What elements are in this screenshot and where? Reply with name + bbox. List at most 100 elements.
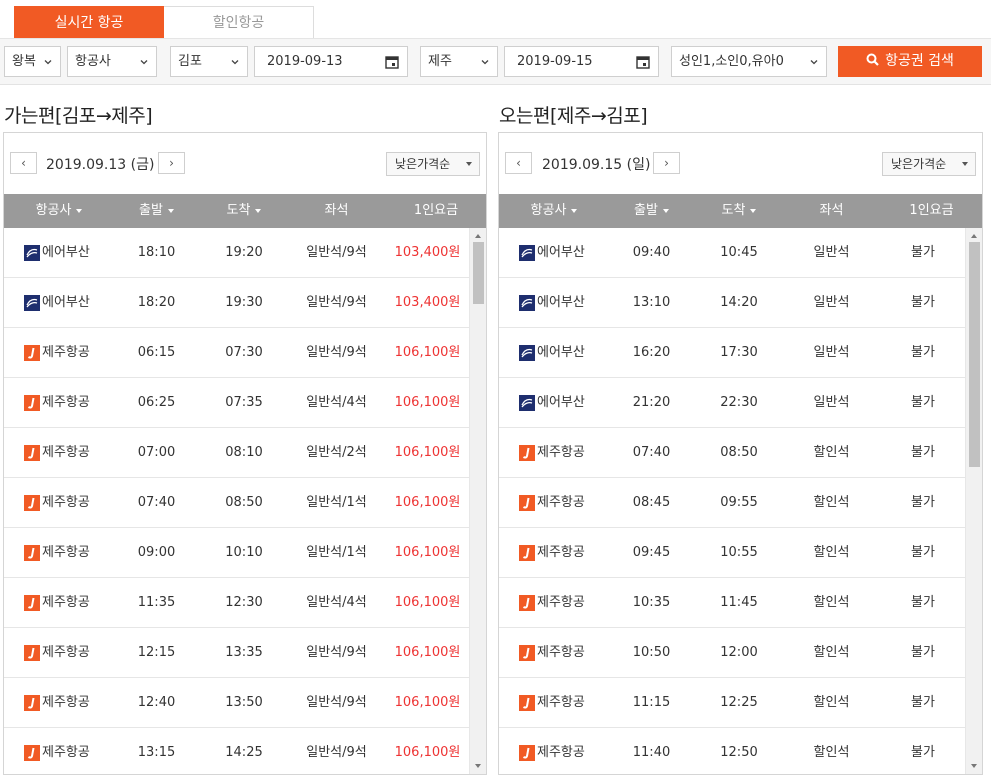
departure-time: 16:20 bbox=[632, 345, 671, 360]
seat-info: 할인석 bbox=[813, 445, 850, 460]
flight-row[interactable]: 제주항공 11:15 12:25 할인석 불가 bbox=[499, 678, 965, 728]
arrival-time: 08:50 bbox=[225, 495, 263, 510]
depart-date-input[interactable]: 2019-09-13 bbox=[254, 46, 408, 77]
fare-price[interactable]: 106,100원 bbox=[384, 578, 469, 628]
flight-row[interactable]: 에어부산 18:20 19:30 일반석/9석 103,400원 bbox=[4, 278, 469, 328]
fare-price[interactable]: 106,100원 bbox=[384, 328, 469, 378]
inbound-prev-day-button[interactable]: ‹ bbox=[505, 152, 532, 174]
outbound-table-header: 항공사 출발 도착 좌석 1인요금 bbox=[4, 194, 486, 228]
inbound-scrollbar[interactable] bbox=[965, 228, 982, 774]
header-arrival[interactable]: 도착 bbox=[694, 194, 784, 228]
outbound-date: 2019.09.13 (금) bbox=[46, 157, 155, 173]
arrival-time: 19:20 bbox=[225, 245, 263, 260]
flight-row[interactable]: 제주항공 07:40 08:50 일반석/1석 106,100원 bbox=[4, 478, 469, 528]
arrival-time: 14:20 bbox=[720, 295, 758, 310]
inbound-next-day-button[interactable]: › bbox=[653, 152, 680, 174]
scroll-down-icon[interactable] bbox=[971, 764, 977, 768]
trip-type-select[interactable]: 왕복 bbox=[4, 46, 61, 77]
tab-discount-flights[interactable]: 할인항공 bbox=[164, 6, 314, 39]
flight-row[interactable]: 제주항공 11:40 12:50 할인석 불가 bbox=[499, 728, 965, 774]
flight-row[interactable]: 제주항공 13:15 14:25 일반석/9석 106,100원 bbox=[4, 728, 469, 774]
caret-down-icon bbox=[962, 162, 968, 166]
header-arrival-label: 도착 bbox=[721, 203, 746, 218]
header-airline[interactable]: 항공사 bbox=[499, 194, 609, 228]
scroll-up-icon[interactable] bbox=[475, 234, 481, 238]
departure-time: 13:10 bbox=[632, 295, 671, 310]
origin-select[interactable]: 김포 bbox=[170, 46, 248, 77]
flight-row[interactable]: 제주항공 06:25 07:35 일반석/4석 106,100원 bbox=[4, 378, 469, 428]
fare-price[interactable]: 106,100원 bbox=[384, 378, 469, 428]
return-date-value: 2019-09-15 bbox=[517, 54, 593, 69]
fare-price[interactable]: 106,100원 bbox=[384, 728, 469, 774]
airline-select[interactable]: 항공사 bbox=[67, 46, 157, 77]
flight-row[interactable]: 에어부산 16:20 17:30 일반석 불가 bbox=[499, 328, 965, 378]
scroll-thumb[interactable] bbox=[969, 242, 980, 467]
flight-row[interactable]: 제주항공 06:15 07:30 일반석/9석 106,100원 bbox=[4, 328, 469, 378]
fare-price[interactable]: 103,400원 bbox=[384, 278, 469, 328]
outbound-scrollbar[interactable] bbox=[469, 228, 486, 774]
seat-info: 일반석/9석 bbox=[306, 245, 367, 260]
seat-info: 일반석/9석 bbox=[306, 345, 367, 360]
seat-info: 일반석/9석 bbox=[306, 745, 367, 760]
scroll-thumb[interactable] bbox=[473, 242, 484, 304]
flight-row[interactable]: 에어부산 21:20 22:30 일반석 불가 bbox=[499, 378, 965, 428]
flight-row[interactable]: 제주항공 11:35 12:30 일반석/4석 106,100원 bbox=[4, 578, 469, 628]
airline-name: 제주항공 bbox=[42, 595, 90, 610]
outbound-next-day-button[interactable]: › bbox=[158, 152, 185, 174]
flight-search-button[interactable]: 항공권 검색 bbox=[838, 46, 982, 77]
flight-row[interactable]: 제주항공 07:40 08:50 할인석 불가 bbox=[499, 428, 965, 478]
search-icon bbox=[866, 53, 879, 66]
header-departure-label: 출발 bbox=[634, 203, 658, 218]
airline-name: 에어부산 bbox=[537, 395, 585, 410]
inbound-panel: ‹ 2019.09.15 (일) › 낮은가격순 항공사 출발 도착 좌석 1인… bbox=[498, 132, 983, 775]
header-departure[interactable]: 출발 bbox=[114, 194, 199, 228]
fare-price[interactable]: 106,100원 bbox=[384, 428, 469, 478]
fare-price: 불가 bbox=[911, 645, 935, 660]
flight-row[interactable]: 제주항공 12:40 13:50 일반석/9석 106,100원 bbox=[4, 678, 469, 728]
departure-time: 08:45 bbox=[632, 495, 671, 510]
return-date-input[interactable]: 2019-09-15 bbox=[504, 46, 659, 77]
airline-name: 제주항공 bbox=[42, 345, 90, 360]
passenger-select[interactable]: 성인1,소인0,유아0 bbox=[671, 46, 827, 77]
flight-row[interactable]: 제주항공 10:50 12:00 할인석 불가 bbox=[499, 628, 965, 678]
fare-price[interactable]: 106,100원 bbox=[384, 528, 469, 578]
header-arrival[interactable]: 도착 bbox=[199, 194, 289, 228]
departure-time: 07:40 bbox=[137, 495, 176, 510]
flight-row[interactable]: 제주항공 09:00 10:10 일반석/1석 106,100원 bbox=[4, 528, 469, 578]
flight-row[interactable]: 제주항공 08:45 09:55 할인석 불가 bbox=[499, 478, 965, 528]
header-airline[interactable]: 항공사 bbox=[4, 194, 114, 228]
scroll-down-icon[interactable] bbox=[475, 764, 481, 768]
fare-price[interactable]: 106,100원 bbox=[384, 678, 469, 728]
arrival-time: 12:30 bbox=[225, 595, 263, 610]
flight-row[interactable]: 제주항공 10:35 11:45 할인석 불가 bbox=[499, 578, 965, 628]
flight-row[interactable]: 에어부산 09:40 10:45 일반석 불가 bbox=[499, 228, 965, 278]
departure-time: 07:00 bbox=[137, 445, 176, 460]
flight-row[interactable]: 제주항공 07:00 08:10 일반석/2석 106,100원 bbox=[4, 428, 469, 478]
sort-caret-icon bbox=[76, 208, 83, 213]
destination-select[interactable]: 제주 bbox=[420, 46, 498, 77]
calendar-icon[interactable] bbox=[636, 55, 650, 69]
airbusan-logo-icon bbox=[519, 245, 535, 261]
flight-row[interactable]: 에어부산 18:10 19:20 일반석/9석 103,400원 bbox=[4, 228, 469, 278]
fare-price[interactable]: 106,100원 bbox=[384, 478, 469, 528]
flight-row[interactable]: 제주항공 12:15 13:35 일반석/9석 106,100원 bbox=[4, 628, 469, 678]
fare-price[interactable]: 106,100원 bbox=[384, 628, 469, 678]
destination-value: 제주 bbox=[428, 54, 452, 69]
scroll-up-icon[interactable] bbox=[971, 234, 977, 238]
departure-time: 11:40 bbox=[632, 745, 671, 760]
calendar-icon[interactable] bbox=[385, 55, 399, 69]
airbusan-logo-icon bbox=[519, 295, 535, 311]
arrival-time: 09:55 bbox=[720, 495, 758, 510]
chevron-down-icon bbox=[481, 60, 489, 65]
outbound-sort-select[interactable]: 낮은가격순 bbox=[386, 152, 480, 176]
airbusan-logo-icon bbox=[24, 295, 40, 311]
header-departure[interactable]: 출발 bbox=[609, 194, 694, 228]
fare-price[interactable]: 103,400원 bbox=[384, 228, 469, 278]
tab-realtime-flights[interactable]: 실시간 항공 bbox=[14, 6, 164, 39]
fare-price: 불가 bbox=[911, 445, 935, 460]
inbound-sort-select[interactable]: 낮은가격순 bbox=[882, 152, 976, 176]
flight-row[interactable]: 제주항공 09:45 10:55 할인석 불가 bbox=[499, 528, 965, 578]
flight-row[interactable]: 에어부산 13:10 14:20 일반석 불가 bbox=[499, 278, 965, 328]
outbound-prev-day-button[interactable]: ‹ bbox=[10, 152, 37, 174]
fare-price: 불가 bbox=[911, 545, 935, 560]
